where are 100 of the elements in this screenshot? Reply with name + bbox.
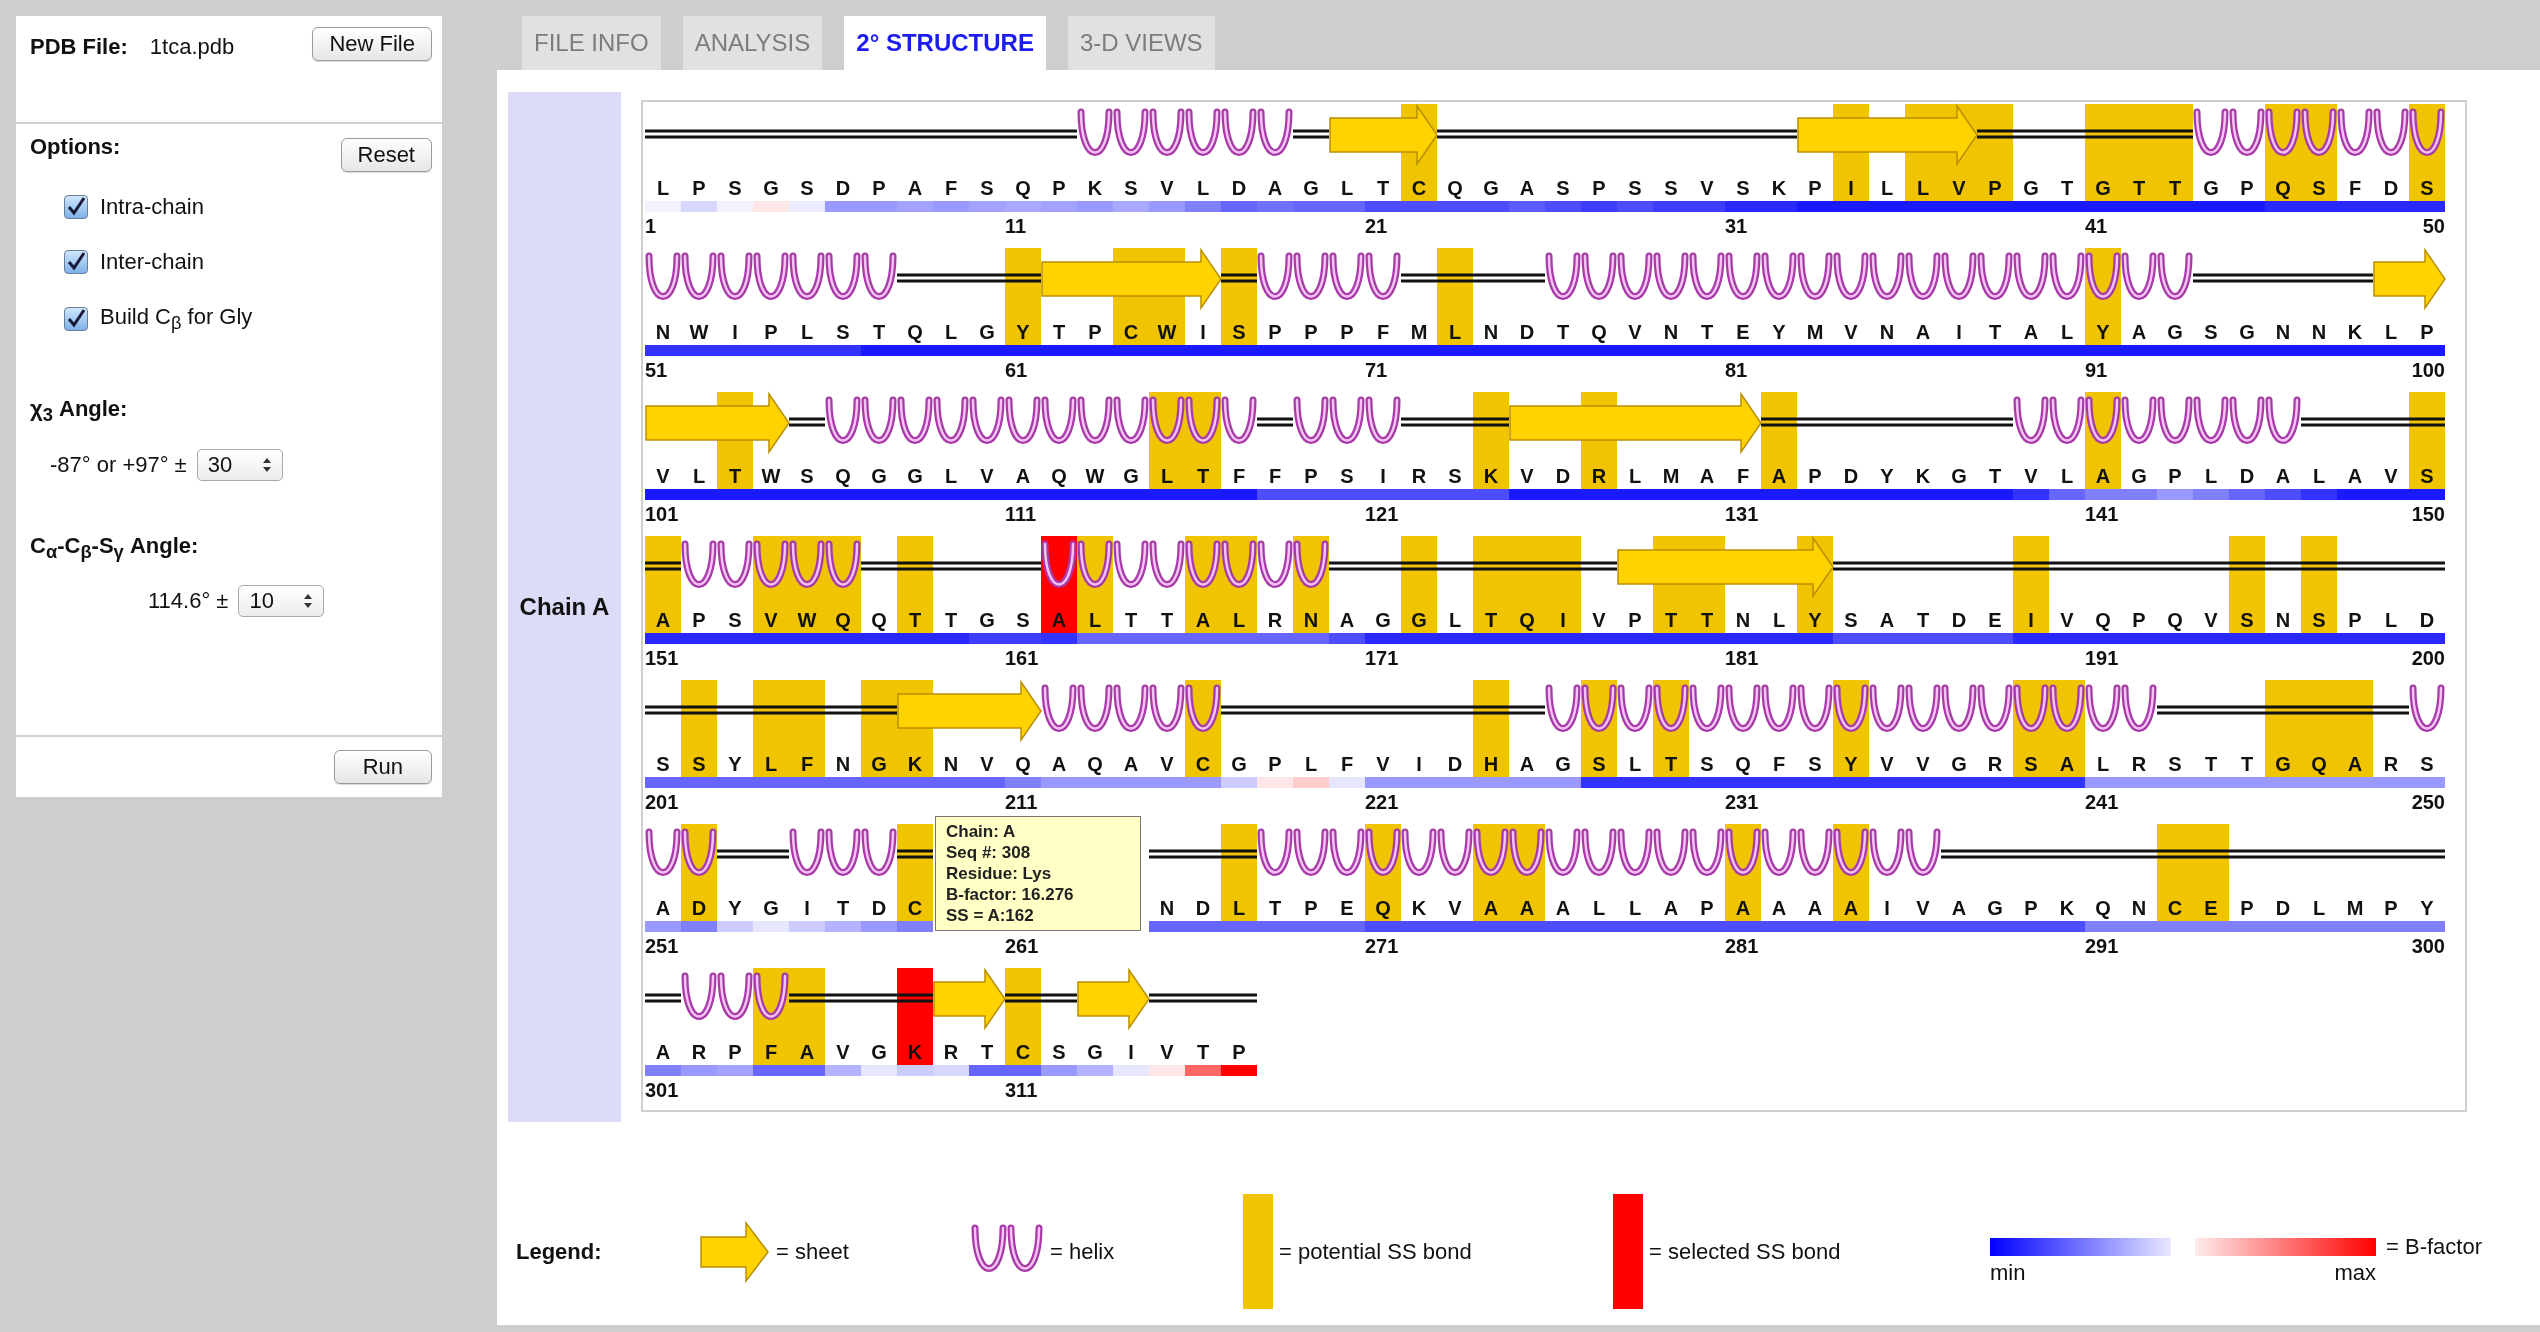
residue-letter: C	[1015, 1040, 1031, 1064]
residue-letter: D	[835, 176, 851, 200]
residue-letter: R	[1411, 464, 1427, 488]
residue-letter: A	[2347, 464, 2363, 488]
residue-letter: Q	[1051, 464, 1067, 488]
tab[interactable]: 2° STRUCTURE	[844, 16, 1046, 70]
residue-letter: K	[2059, 896, 2075, 920]
residue-letter: S	[836, 320, 850, 344]
residue-letter: L	[2096, 752, 2110, 776]
residue-letter: G	[1123, 464, 1139, 488]
residue-number: 271	[1365, 934, 1399, 959]
gradient-min-label: min	[1990, 1259, 2026, 1286]
residue-letter: F	[1232, 464, 1246, 488]
residue-letter: L	[1448, 320, 1462, 344]
tooltip-line: Residue: Lys	[946, 863, 1053, 884]
residue-letter: I	[1200, 320, 1206, 344]
residue-letter: W	[1157, 320, 1177, 344]
tooltip-line: Chain: A	[946, 821, 1017, 842]
residue-letter: Q	[871, 608, 887, 632]
residue-letter: S	[1844, 608, 1858, 632]
residue-letter: I	[2028, 608, 2034, 632]
residue-number: 131	[1725, 502, 1759, 527]
residue-letter: G	[2095, 176, 2111, 200]
residue-number: 71	[1365, 358, 1388, 383]
residue-letter: S	[800, 176, 814, 200]
reset-button[interactable]: Reset	[340, 138, 432, 172]
residue-letter: I	[1416, 752, 1422, 776]
residue-letter: T	[872, 320, 886, 344]
checkmark-icon	[66, 309, 86, 330]
checkbox[interactable]	[64, 250, 88, 274]
residue-letter: A	[2023, 320, 2039, 344]
residue-number: 241	[2085, 790, 2119, 815]
checkbox[interactable]	[64, 195, 88, 219]
residue-letter: P	[2132, 608, 2146, 632]
residue-letter: A	[1519, 176, 1535, 200]
residue-letter: V	[1520, 464, 1534, 488]
residue-letter: S	[728, 608, 742, 632]
residue-letter: E	[1340, 896, 1354, 920]
legend-label: = potential SS bond	[1279, 1238, 1472, 1265]
residue-letter: M	[2346, 896, 2364, 920]
residue-letter: T	[2132, 176, 2146, 200]
legend-label: = B-factor	[2386, 1233, 2483, 1260]
residue-letter: P	[1700, 896, 1714, 920]
residue-letter: C	[1195, 752, 1211, 776]
residue-letter: D	[2239, 464, 2255, 488]
tooltip-line: Seq #: 308	[946, 842, 1032, 863]
residue-letter: S	[2312, 608, 2326, 632]
residue-number: 31	[1725, 214, 1748, 239]
residue-letter: S	[2168, 752, 2182, 776]
residue-letter: C	[2167, 896, 2183, 920]
tolerance-select[interactable]: 10	[238, 585, 325, 618]
new-file-button[interactable]: New File	[312, 27, 432, 61]
residue-letter: D	[691, 896, 707, 920]
residue-letter: K	[2347, 320, 2363, 344]
residue-number: 201	[645, 790, 679, 815]
residue-letter: V	[1880, 752, 1894, 776]
residue-letter: N	[1879, 320, 1895, 344]
residue-letter: Y	[728, 752, 742, 776]
residue-number: 51	[645, 358, 668, 383]
checkbox-label: Intra-chain	[100, 194, 204, 220]
residue-letter: D	[1195, 896, 1211, 920]
residue-number: 231	[1725, 790, 1759, 815]
run-button[interactable]: Run	[333, 750, 432, 784]
tolerance-select[interactable]: 30	[196, 448, 283, 481]
residue-letter: Q	[2095, 896, 2111, 920]
residue-letter: G	[871, 464, 887, 488]
residue-letter: W	[797, 608, 817, 632]
residue-letter: A	[1519, 752, 1535, 776]
residue-number: 221	[1365, 790, 1399, 815]
residue-letter: G	[1951, 752, 1967, 776]
tooltip-line: SS = A:162	[946, 905, 1035, 926]
residue-letter: T	[1376, 176, 1390, 200]
residue-letter: T	[1700, 320, 1714, 344]
residue-number: 301	[645, 1078, 679, 1103]
residue-letter: Y	[1808, 608, 1822, 632]
residue-number: 21	[1365, 214, 1388, 239]
residue-letter: A	[1015, 464, 1031, 488]
residue-letter: V	[2024, 464, 2038, 488]
residue-letter: G	[1987, 896, 2003, 920]
checkbox[interactable]	[64, 307, 88, 332]
residue-letter: F	[1376, 320, 1390, 344]
residue-letter: V	[1160, 752, 1174, 776]
residue-number: 150	[2411, 502, 2445, 527]
residue-letter: K	[1483, 464, 1499, 488]
residue-number: 291	[2085, 934, 2119, 959]
residue-letter: A	[2347, 752, 2363, 776]
residue-letter: S	[1556, 176, 1570, 200]
residue-letter: M	[1410, 320, 1428, 344]
angle-title: χ$_{3}$ Angle:	[30, 396, 129, 427]
residue-letter: Y	[728, 896, 742, 920]
residue-letter: A	[2095, 464, 2111, 488]
residue-letter: A	[1735, 896, 1751, 920]
residue-letter: P	[2024, 896, 2038, 920]
residue-letter: T	[2204, 752, 2218, 776]
residue-letter: F	[1772, 752, 1786, 776]
residue-letter: L	[1592, 896, 1606, 920]
residue-letter: V	[1628, 320, 1642, 344]
residue-letter: E	[1988, 608, 2002, 632]
residue-letter: Q	[1087, 752, 1103, 776]
residue-letter: L	[1628, 464, 1642, 488]
